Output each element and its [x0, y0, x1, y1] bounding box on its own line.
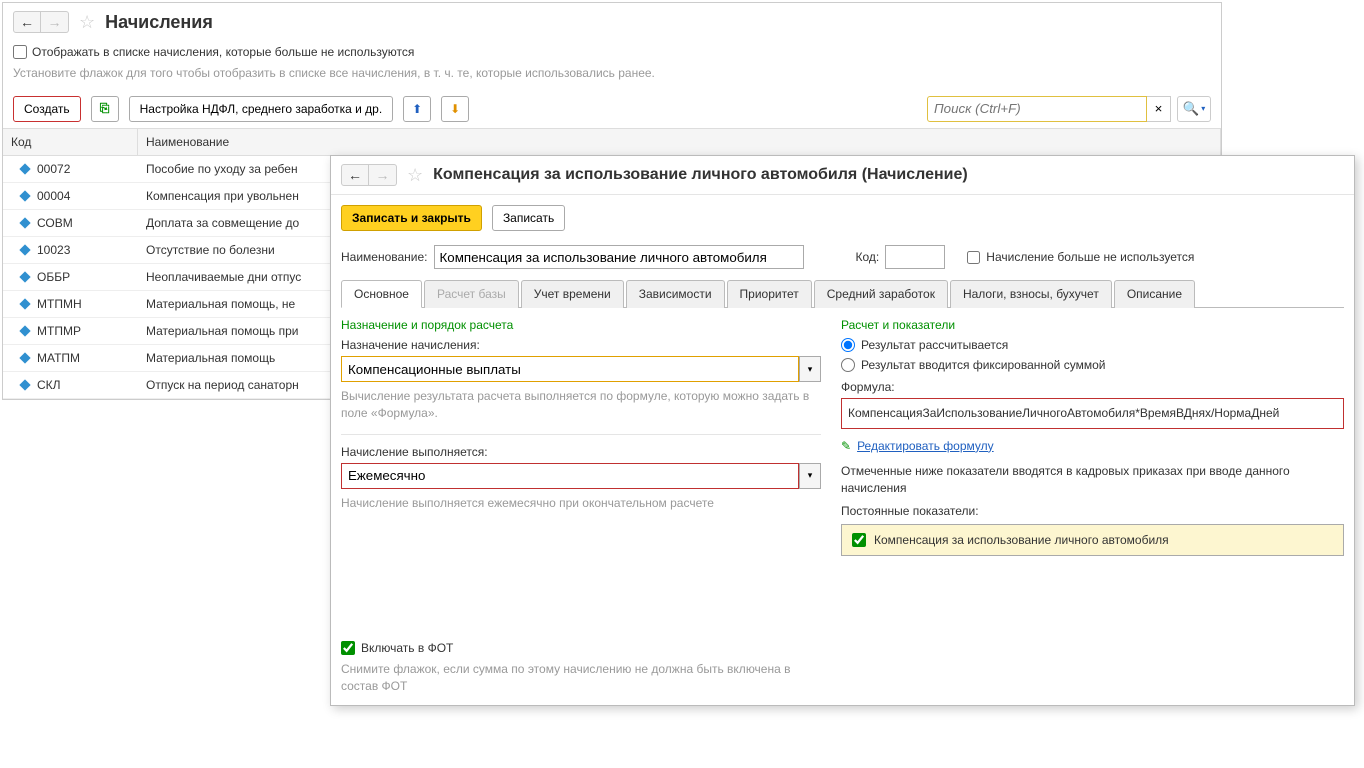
dialog-back-button[interactable]	[341, 164, 369, 186]
perform-dropdown-toggle[interactable]: ▾	[799, 463, 821, 489]
pencil-icon: ✎	[841, 439, 851, 453]
tab-7[interactable]: Описание	[1114, 280, 1195, 308]
arrow-down-icon: ⬇	[450, 102, 460, 116]
col-header-name[interactable]: Наименование	[138, 129, 1221, 155]
radio-result-fixed-label: Результат вводится фиксированной суммой	[861, 358, 1105, 372]
save-button[interactable]: Записать	[492, 205, 565, 231]
const-indicators-label: Постоянные показатели:	[841, 504, 1344, 518]
row-code: СОВМ	[37, 216, 73, 230]
row-code: 00004	[37, 189, 70, 203]
star-icon[interactable]: ☆	[407, 165, 423, 186]
show-unused-hint: Установите флажок для того чтобы отобраз…	[3, 63, 1221, 90]
edit-formula-link[interactable]: Редактировать формулу	[857, 439, 994, 453]
section-purpose-title: Назначение и порядок расчета	[341, 318, 821, 332]
unused-checkbox[interactable]	[967, 251, 980, 264]
arrow-right-icon	[376, 167, 390, 183]
radio-result-calc[interactable]	[841, 338, 855, 352]
code-label: Код:	[856, 250, 880, 264]
search-clear-button[interactable]: ×	[1147, 96, 1171, 122]
perform-hint: Начисление выполняется ежемесячно при ок…	[341, 495, 821, 512]
item-icon	[19, 325, 30, 336]
formula-box: КомпенсацияЗаИспользованиеЛичногоАвтомоб…	[841, 398, 1344, 429]
copy-button[interactable]: ⎘	[91, 96, 119, 122]
page-title: Начисления	[105, 12, 213, 33]
tab-2[interactable]: Учет времени	[521, 280, 624, 308]
perform-label: Начисление выполняется:	[341, 445, 821, 459]
create-button[interactable]: Создать	[13, 96, 81, 122]
back-button[interactable]	[13, 11, 41, 33]
show-unused-checkbox[interactable]	[13, 45, 27, 59]
move-down-button[interactable]: ⬇	[441, 96, 469, 122]
name-label: Наименование:	[341, 250, 428, 264]
search-icon: 🔍	[1183, 101, 1200, 117]
indicator-checkbox[interactable]	[852, 533, 866, 547]
tab-5[interactable]: Средний заработок	[814, 280, 948, 308]
search-trigger-button[interactable]: 🔍▾	[1177, 96, 1211, 122]
arrow-up-icon: ⬆	[412, 102, 422, 116]
include-fot-label: Включать в ФОТ	[361, 641, 453, 655]
tab-3[interactable]: Зависимости	[626, 280, 725, 308]
row-code: МАТПМ	[37, 351, 80, 365]
chevron-down-icon: ▾	[808, 470, 813, 481]
accrual-dialog: ☆ Компенсация за использование личного а…	[330, 155, 1355, 706]
search-input[interactable]	[927, 96, 1147, 122]
code-input[interactable]	[885, 245, 945, 269]
col-header-code[interactable]: Код	[3, 129, 138, 155]
tab-4[interactable]: Приоритет	[727, 280, 812, 308]
row-code: СКЛ	[37, 378, 61, 392]
item-icon	[19, 271, 30, 282]
item-icon	[19, 298, 30, 309]
item-icon	[19, 352, 30, 363]
purpose-label: Назначение начисления:	[341, 338, 821, 352]
settings-button[interactable]: Настройка НДФЛ, среднего заработка и др.	[129, 96, 394, 122]
arrow-left-icon	[348, 167, 362, 183]
purpose-dropdown[interactable]	[341, 356, 799, 382]
purpose-dropdown-toggle[interactable]: ▾	[799, 356, 821, 382]
formula-label: Формула:	[841, 380, 1344, 394]
perform-dropdown[interactable]	[341, 463, 799, 489]
arrow-right-icon	[48, 14, 62, 30]
star-icon[interactable]: ☆	[79, 12, 95, 33]
main-header: ☆ Начисления	[3, 3, 1221, 41]
item-icon	[19, 190, 30, 201]
include-fot-checkbox[interactable]	[341, 641, 355, 655]
fot-hint: Снимите флажок, если сумма по этому начи…	[341, 661, 821, 695]
purpose-hint: Вычисление результата расчета выполняетс…	[341, 388, 821, 422]
indicator-item-label: Компенсация за использование личного авт…	[874, 533, 1169, 547]
item-icon	[19, 217, 30, 228]
tab-6[interactable]: Налоги, взносы, бухучет	[950, 280, 1112, 308]
row-code: МТПМН	[37, 297, 82, 311]
chevron-down-icon: ▾	[808, 364, 813, 375]
forward-button[interactable]	[41, 11, 69, 33]
copy-plus-icon: ⎘	[100, 101, 110, 116]
row-code: 00072	[37, 162, 70, 176]
radio-result-fixed[interactable]	[841, 358, 855, 372]
section-calc-title: Расчет и показатели	[841, 318, 1344, 332]
tab-1[interactable]: Расчет базы	[424, 280, 519, 308]
divider	[341, 434, 821, 435]
row-code: МТПМР	[37, 324, 81, 338]
radio-result-calc-label: Результат рассчитывается	[861, 338, 1008, 352]
row-code: 10023	[37, 243, 70, 257]
item-icon	[19, 244, 30, 255]
indicators-hint: Отмеченные ниже показатели вводятся в ка…	[841, 463, 1344, 497]
save-close-button[interactable]: Записать и закрыть	[341, 205, 482, 231]
show-unused-label: Отображать в списке начисления, которые …	[32, 45, 414, 59]
unused-label: Начисление больше не используется	[986, 250, 1194, 264]
tabs-container: ОсновноеРасчет базыУчет времениЗависимос…	[341, 279, 1344, 308]
dialog-title: Компенсация за использование личного авт…	[433, 166, 968, 184]
chevron-down-icon: ▾	[1201, 104, 1205, 113]
item-icon	[19, 379, 30, 390]
name-input[interactable]	[434, 245, 804, 269]
item-icon	[19, 163, 30, 174]
row-code: ОББР	[37, 270, 70, 284]
dialog-forward-button[interactable]	[369, 164, 397, 186]
tab-0[interactable]: Основное	[341, 280, 422, 308]
move-up-button[interactable]: ⬆	[403, 96, 431, 122]
indicator-item: Компенсация за использование личного авт…	[841, 524, 1344, 556]
arrow-left-icon	[20, 14, 34, 30]
